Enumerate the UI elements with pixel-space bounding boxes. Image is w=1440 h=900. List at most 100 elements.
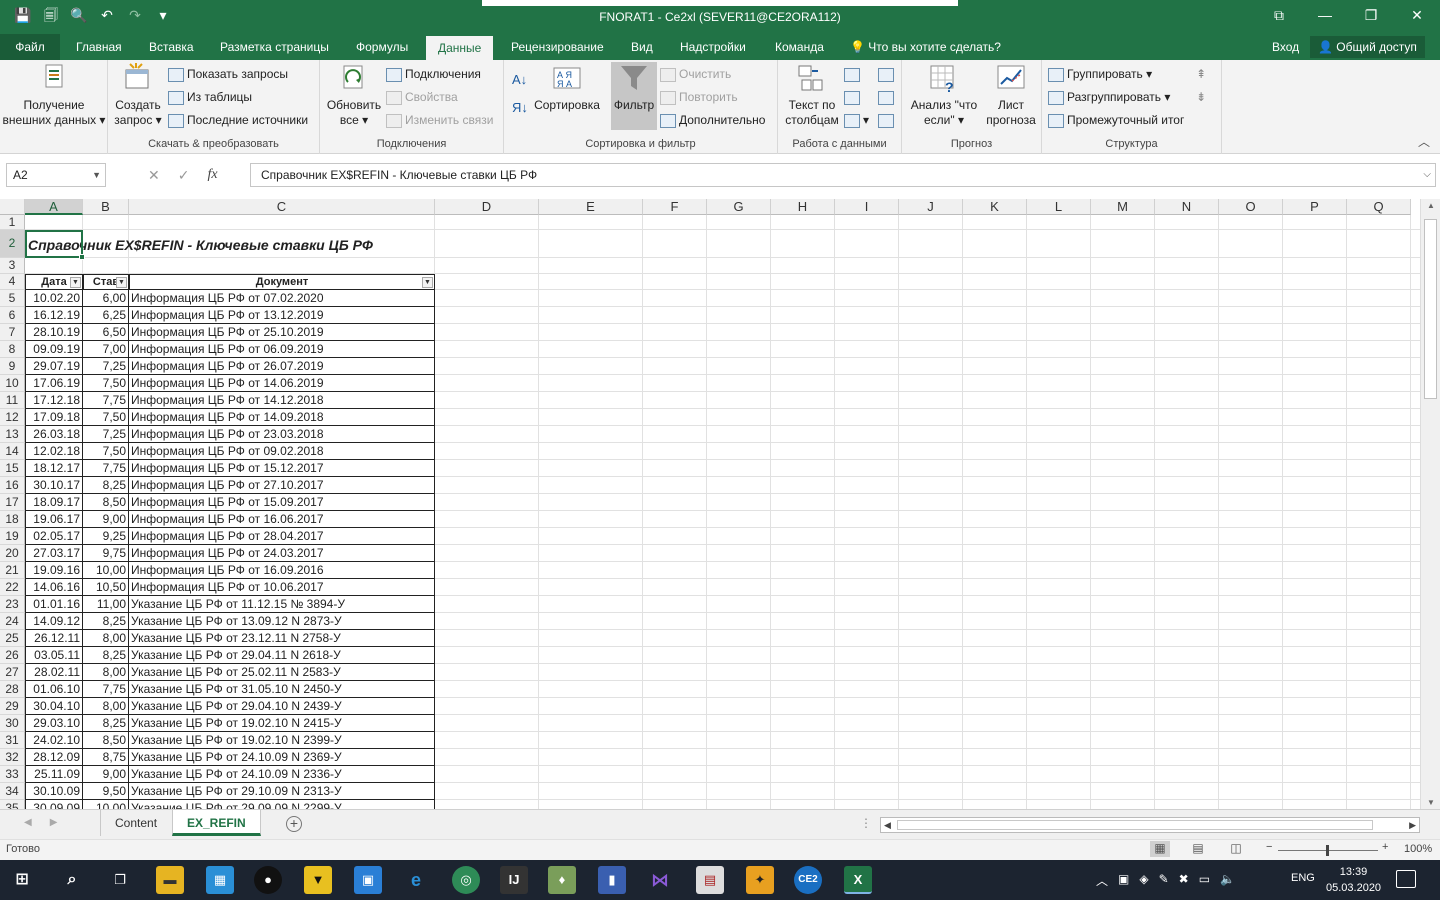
document-cell[interactable]: Информация ЦБ РФ от 06.09.2019: [129, 341, 435, 358]
rate-cell[interactable]: 7,50: [83, 409, 129, 426]
ungroup-button[interactable]: Разгруппировать ▾: [1048, 87, 1170, 107]
app-icon-6[interactable]: IJ: [500, 866, 528, 894]
row-header[interactable]: 8: [0, 341, 25, 358]
language-indicator[interactable]: ENG: [1291, 872, 1315, 884]
row-header[interactable]: 23: [0, 596, 25, 613]
relationships-icon[interactable]: [878, 87, 897, 107]
date-cell[interactable]: 02.05.17: [25, 528, 83, 545]
split-handle[interactable]: ⋮: [860, 816, 872, 830]
document-cell[interactable]: Информация ЦБ РФ от 25.10.2019: [129, 324, 435, 341]
document-cell[interactable]: Информация ЦБ РФ от 23.03.2018: [129, 426, 435, 443]
date-cell[interactable]: 29.07.19: [25, 358, 83, 375]
sort-button[interactable]: А ЯЯ А Сортировка: [532, 62, 602, 113]
create-query-button[interactable]: Создать запрос ▾: [112, 62, 164, 128]
document-cell[interactable]: Информация ЦБ РФ от 13.12.2019: [129, 307, 435, 324]
row-header[interactable]: 22: [0, 579, 25, 596]
rate-cell[interactable]: 7,75: [83, 681, 129, 698]
row-header[interactable]: 13: [0, 426, 25, 443]
group-button[interactable]: Группировать ▾: [1048, 64, 1152, 84]
volume-icon[interactable]: 🔈: [1220, 872, 1235, 889]
page-break-view-icon[interactable]: ◫: [1226, 841, 1246, 857]
tell-me-box[interactable]: 💡 Что вы хотите сделать?: [850, 34, 1001, 60]
column-header-i[interactable]: I: [835, 199, 899, 215]
reapply-button[interactable]: Повторить: [660, 87, 738, 107]
rate-cell[interactable]: 8,00: [83, 630, 129, 647]
sign-in-link[interactable]: Вход: [1272, 34, 1299, 60]
row-header[interactable]: 33: [0, 766, 25, 783]
zoom-slider[interactable]: − +: [1264, 841, 1394, 858]
row-header[interactable]: 15: [0, 460, 25, 477]
normal-view-icon[interactable]: ▦: [1150, 841, 1170, 857]
document-cell[interactable]: Указание ЦБ РФ от 13.09.12 N 2873-У: [129, 613, 435, 630]
date-cell[interactable]: 24.02.10: [25, 732, 83, 749]
row-header[interactable]: 30: [0, 715, 25, 732]
scroll-left-icon[interactable]: ◀: [884, 818, 891, 832]
document-cell[interactable]: Информация ЦБ РФ от 09.02.2018: [129, 443, 435, 460]
sort-az-icon[interactable]: A↓: [512, 70, 527, 90]
row-header[interactable]: 1: [0, 215, 25, 230]
document-cell[interactable]: Указание ЦБ РФ от 25.02.11 N 2583-У: [129, 664, 435, 681]
add-sheet-icon[interactable]: +: [286, 816, 302, 832]
row-header[interactable]: 32: [0, 749, 25, 766]
document-cell[interactable]: Указание ЦБ РФ от 11.12.15 № 3894-У: [129, 596, 435, 613]
row-header[interactable]: 4: [0, 274, 25, 290]
row-header[interactable]: 35: [0, 800, 25, 809]
filter-dropdown-icon[interactable]: ▼: [422, 277, 433, 288]
internet-explorer-icon[interactable]: e: [402, 866, 430, 894]
advanced-filter-button[interactable]: Дополнительно: [660, 110, 765, 130]
name-box-dropdown-icon[interactable]: ▼: [92, 164, 101, 186]
sheet-tab-ex-refin[interactable]: EX_REFIN: [172, 810, 261, 836]
column-header-k[interactable]: K: [963, 199, 1027, 215]
column-header-c[interactable]: C: [129, 199, 435, 215]
row-header[interactable]: 34: [0, 783, 25, 800]
rate-cell[interactable]: 7,50: [83, 375, 129, 392]
cancel-icon[interactable]: ✕: [148, 163, 160, 187]
tab-addins[interactable]: Надстройки: [668, 34, 758, 60]
app-icon-1[interactable]: ▦: [206, 866, 234, 894]
row-header[interactable]: 14: [0, 443, 25, 460]
column-header-f[interactable]: F: [643, 199, 707, 215]
tray-icon-2[interactable]: ◈: [1139, 872, 1148, 889]
scroll-right-icon[interactable]: ▶: [1409, 818, 1416, 832]
column-header-p[interactable]: P: [1283, 199, 1347, 215]
rate-cell[interactable]: 7,50: [83, 443, 129, 460]
rate-cell[interactable]: 8,00: [83, 698, 129, 715]
date-cell[interactable]: 10.02.20: [25, 290, 83, 307]
date-cell[interactable]: 16.12.19: [25, 307, 83, 324]
page-layout-view-icon[interactable]: ▤: [1188, 841, 1208, 857]
app-icon-8[interactable]: ▮: [598, 866, 626, 894]
date-cell[interactable]: 27.03.17: [25, 545, 83, 562]
app-icon-10[interactable]: ✦: [746, 866, 774, 894]
date-cell[interactable]: 28.02.11: [25, 664, 83, 681]
date-cell[interactable]: 28.10.19: [25, 324, 83, 341]
name-box[interactable]: A2 ▼: [6, 163, 106, 187]
tab-formulas[interactable]: Формулы: [344, 34, 420, 60]
from-table-button[interactable]: Из таблицы: [168, 87, 252, 107]
vertical-scrollbar[interactable]: ▲ ▼: [1420, 199, 1440, 809]
remove-duplicates-icon[interactable]: [844, 87, 863, 107]
document-cell[interactable]: Информация ЦБ РФ от 16.09.2016: [129, 562, 435, 579]
row-header[interactable]: 27: [0, 664, 25, 681]
column-header-j[interactable]: J: [899, 199, 963, 215]
rate-cell[interactable]: 7,25: [83, 426, 129, 443]
table-header-cell[interactable]: Документ ▼: [129, 274, 435, 290]
fill-handle[interactable]: [79, 254, 85, 260]
filter-button[interactable]: Фильтр: [611, 62, 657, 130]
rate-cell[interactable]: 8,50: [83, 732, 129, 749]
row-header[interactable]: 31: [0, 732, 25, 749]
document-cell[interactable]: Информация ЦБ РФ от 26.07.2019: [129, 358, 435, 375]
rate-cell[interactable]: 8,25: [83, 613, 129, 630]
enter-icon[interactable]: ✓: [178, 163, 190, 187]
row-header[interactable]: 5: [0, 290, 25, 307]
tray-icon-4[interactable]: ✖: [1179, 872, 1189, 889]
document-cell[interactable]: Указание ЦБ РФ от 29.09.09 N 2299-У: [129, 800, 435, 809]
date-cell[interactable]: 30.10.09: [25, 783, 83, 800]
select-all-corner[interactable]: [0, 199, 25, 215]
rate-cell[interactable]: 8,25: [83, 647, 129, 664]
zoom-level[interactable]: 100%: [1404, 843, 1432, 855]
scroll-up-icon[interactable]: ▲: [1421, 201, 1440, 210]
search-icon[interactable]: ⌕: [58, 866, 86, 894]
rate-cell[interactable]: 9,50: [83, 783, 129, 800]
date-cell[interactable]: 28.12.09: [25, 749, 83, 766]
document-cell[interactable]: Информация ЦБ РФ от 10.06.2017: [129, 579, 435, 596]
